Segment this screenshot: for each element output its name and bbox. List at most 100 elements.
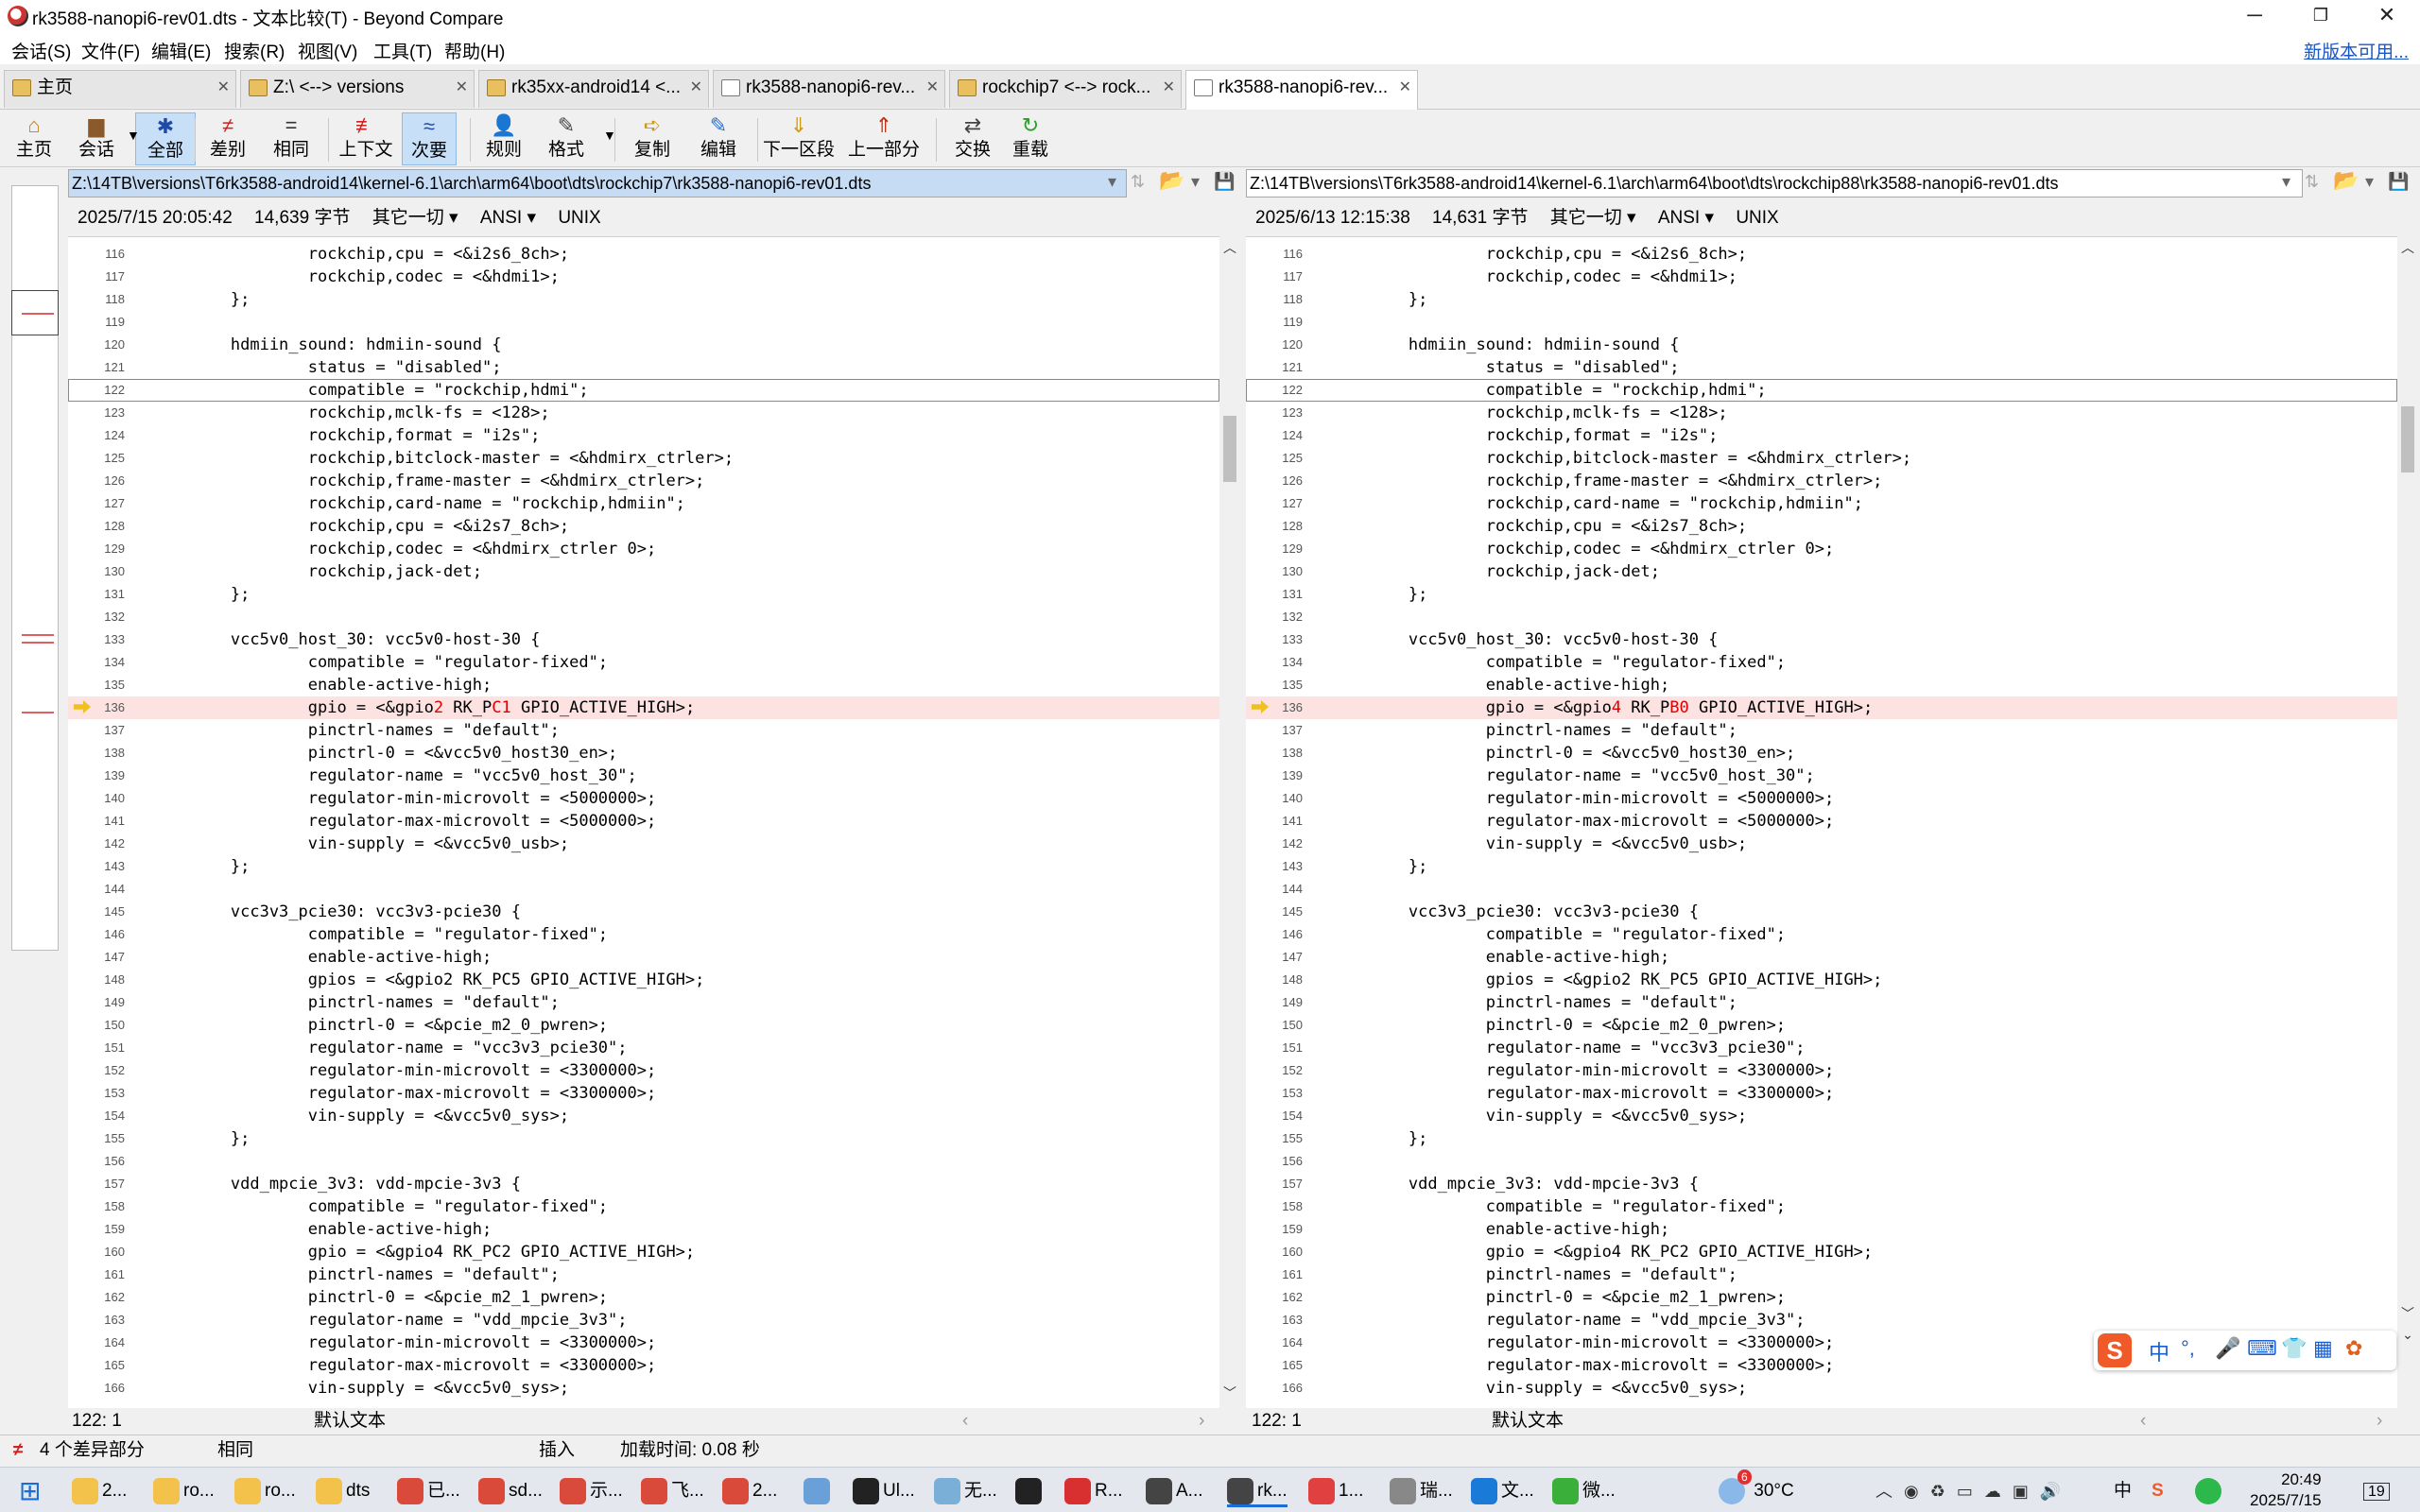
code-line[interactable]: 141 regulator-max-microvolt = <5000000>; (1246, 810, 2397, 833)
taskbar-item[interactable]: A... (1146, 1475, 1203, 1507)
menu-help[interactable]: 帮助(H) (444, 38, 505, 63)
code-line[interactable]: 157 vdd_mpcie_3v3: vdd-mpcie-3v3 { (1246, 1173, 2397, 1195)
toolbar-home-button[interactable]: ⌂ 主页 (13, 112, 55, 165)
code-line[interactable]: 156 (1246, 1150, 2397, 1173)
minimize-button[interactable]: ─ (2221, 0, 2288, 32)
code-line[interactable]: 152 regulator-min-microvolt = <3300000>; (68, 1059, 1219, 1082)
code-line[interactable]: 123 rockchip,mclk-fs = <128>; (1246, 402, 2397, 424)
tray-app-badge-icon[interactable] (2195, 1475, 2225, 1507)
close-tab-icon[interactable]: ✕ (456, 71, 468, 105)
code-line[interactable]: 164 regulator-min-microvolt = <3300000>; (68, 1332, 1219, 1354)
tray-expand-icon[interactable]: ︿ (1876, 1482, 1904, 1501)
close-tab-icon[interactable]: ✕ (1399, 71, 1411, 105)
code-line[interactable]: 119 (1246, 311, 2397, 334)
code-line[interactable]: 126 rockchip,frame-master = <&hdmirx_ctr… (68, 470, 1219, 492)
scroll-thumb[interactable] (2401, 406, 2414, 472)
left-path-dropdown-icon[interactable]: ▾ (1108, 172, 1116, 192)
code-line[interactable]: 155 }; (1246, 1127, 2397, 1150)
code-line[interactable]: 160 gpio = <&gpio4 RK_PC2 GPIO_ACTIVE_HI… (1246, 1241, 2397, 1263)
scroll-down-icon[interactable]: ﹀ (2397, 1304, 2418, 1323)
code-line[interactable]: 118 }; (1246, 288, 2397, 311)
close-tab-icon[interactable]: ✕ (217, 71, 230, 105)
scroll-thumb[interactable] (1223, 416, 1236, 482)
toolbar-edit-button[interactable]: ✎ 编辑 (695, 112, 742, 165)
system-tray[interactable]: ︿◉♻▭☁▣🔊 (1876, 1475, 2072, 1507)
code-line[interactable]: 148 gpios = <&gpio2 RK_PC5 GPIO_ACTIVE_H… (1246, 969, 2397, 991)
code-line[interactable]: 143 }; (1246, 855, 2397, 878)
code-line[interactable]: 151 regulator-name = "vcc3v3_pcie30"; (1246, 1037, 2397, 1059)
code-line[interactable]: 127 rockchip,card-name = "rockchip,hdmii… (1246, 492, 2397, 515)
code-line[interactable]: 144 (68, 878, 1219, 901)
tab-text-compare-active[interactable]: rk3588-nanopi6-rev... ✕ (1185, 70, 1418, 110)
tab-folder-compare-rockchip7[interactable]: rockchip7 <--> rock... ✕ (949, 70, 1182, 108)
code-line[interactable]: 122 compatible = "rockchip,hdmi"; (68, 379, 1219, 402)
taskbar-item[interactable]: 1... (1308, 1475, 1363, 1507)
code-line[interactable]: 148 gpios = <&gpio2 RK_PC5 GPIO_ACTIVE_H… (68, 969, 1219, 991)
code-line[interactable]: 149 pinctrl-names = "default"; (1246, 991, 2397, 1014)
code-line[interactable]: 153 regulator-max-microvolt = <3300000>; (68, 1082, 1219, 1105)
taskbar-item[interactable]: 瑞... (1390, 1475, 1453, 1507)
code-line[interactable]: 162 pinctrl-0 = <&pcie_m2_1_pwren>; (1246, 1286, 2397, 1309)
taskbar-item[interactable]: dts (316, 1475, 370, 1507)
code-line[interactable]: 142 vin-supply = <&vcc5v0_usb>; (1246, 833, 2397, 855)
menu-tools[interactable]: 工具(T) (373, 38, 432, 63)
code-line[interactable]: 130 rockchip,jack-det; (1246, 560, 2397, 583)
code-line[interactable]: 154 vin-supply = <&vcc5v0_sys>; (68, 1105, 1219, 1127)
code-line[interactable]: 147 enable-active-high; (1246, 946, 2397, 969)
taskbar-item[interactable] (1015, 1475, 1046, 1507)
code-line[interactable]: 146 compatible = "regulator-fixed"; (68, 923, 1219, 946)
code-line[interactable]: 141 regulator-max-microvolt = <5000000>; (68, 810, 1219, 833)
close-tab-icon[interactable]: ✕ (926, 71, 939, 105)
right-encoding-select[interactable]: ANSI ▾ (1658, 208, 1714, 228)
taskbar-item[interactable]: 示... (560, 1475, 623, 1507)
toolbar-swap-button[interactable]: ⇄ 交换 (949, 112, 996, 165)
code-line[interactable]: 166 vin-supply = <&vcc5v0_sys>; (68, 1377, 1219, 1400)
new-version-link[interactable]: 新版本可用... (2304, 38, 2409, 63)
menu-session[interactable]: 会话(S) (11, 38, 71, 63)
h-scroll-right-icon[interactable]: › (2377, 1408, 2382, 1435)
left-vertical-scrollbar[interactable]: ︿ ﹀ (1219, 236, 1240, 1408)
taskbar-item[interactable]: R... (1064, 1475, 1123, 1507)
scroll-up-icon[interactable]: ︿ (2397, 238, 2418, 257)
code-line[interactable]: 134 compatible = "regulator-fixed"; (68, 651, 1219, 674)
taskbar-item[interactable]: ro... (234, 1475, 296, 1507)
code-line[interactable]: 135 enable-active-high; (68, 674, 1219, 696)
taskbar-item[interactable]: sd... (478, 1475, 543, 1507)
toolbar-session-button[interactable]: ▆ 会话 (70, 112, 123, 165)
h-scroll-left-icon[interactable]: ‹ (962, 1408, 968, 1435)
h-scroll-right-icon[interactable]: › (1199, 1408, 1204, 1435)
left-format-select[interactable]: 其它一切 ▾ (372, 208, 458, 228)
code-line[interactable]: 124 rockchip,format = "i2s"; (68, 424, 1219, 447)
code-line[interactable]: 117 rockchip,codec = <&hdmi1>; (68, 266, 1219, 288)
toolbox-icon[interactable]: ▦ (2313, 1336, 2333, 1361)
right-browse-folder-icon[interactable]: 📂 (2333, 168, 2359, 193)
right-path-dropdown-icon[interactable]: ▾ (2282, 172, 2290, 192)
tray-app-icon[interactable]: ◉ (1904, 1482, 1930, 1501)
close-button[interactable]: ✕ (2354, 0, 2420, 32)
code-line[interactable]: 129 rockchip,codec = <&hdmirx_ctrler 0>; (68, 538, 1219, 560)
close-tab-icon[interactable]: ✕ (690, 71, 702, 105)
left-text-pane[interactable]: 116 rockchip,cpu = <&i2s6_8ch>; 117 rockc… (68, 236, 1219, 1408)
code-line[interactable]: 162 pinctrl-0 = <&pcie_m2_1_pwren>; (68, 1286, 1219, 1309)
code-line[interactable]: 161 pinctrl-names = "default"; (1246, 1263, 2397, 1286)
taskbar-item[interactable] (804, 1475, 834, 1507)
code-line[interactable]: 147 enable-active-high; (68, 946, 1219, 969)
tray-app-icon[interactable]: ♻ (1930, 1482, 1957, 1501)
taskbar-item[interactable]: 已... (397, 1475, 460, 1507)
scroll-down-icon[interactable]: ﹀ (1219, 1383, 1240, 1402)
keyboard-icon[interactable]: ⌨ (2247, 1336, 2277, 1361)
code-line[interactable]: 155 }; (68, 1127, 1219, 1150)
code-line[interactable]: 140 regulator-min-microvolt = <5000000>; (1246, 787, 2397, 810)
code-line[interactable]: 131 }; (68, 583, 1219, 606)
tab-folder-compare-versions[interactable]: Z:\ <--> versions ✕ (240, 70, 475, 108)
code-line[interactable]: 135 enable-active-high; (1246, 674, 2397, 696)
toolbar-copy-button[interactable]: ➪ 复制 (624, 112, 681, 165)
code-line[interactable]: 126 rockchip,frame-master = <&hdmirx_ctr… (1246, 470, 2397, 492)
clock[interactable]: 20:49 2025/7/15 (2250, 1469, 2322, 1509)
taskbar-item[interactable]: 2... (722, 1475, 777, 1507)
right-save-icon[interactable]: 💾 (2388, 172, 2409, 192)
taskbar-item[interactable]: ro... (153, 1475, 215, 1507)
taskbar-item[interactable]: 文... (1471, 1475, 1534, 1507)
left-encoding-select[interactable]: ANSI ▾ (480, 208, 536, 228)
menu-view[interactable]: 视图(V) (298, 38, 357, 63)
